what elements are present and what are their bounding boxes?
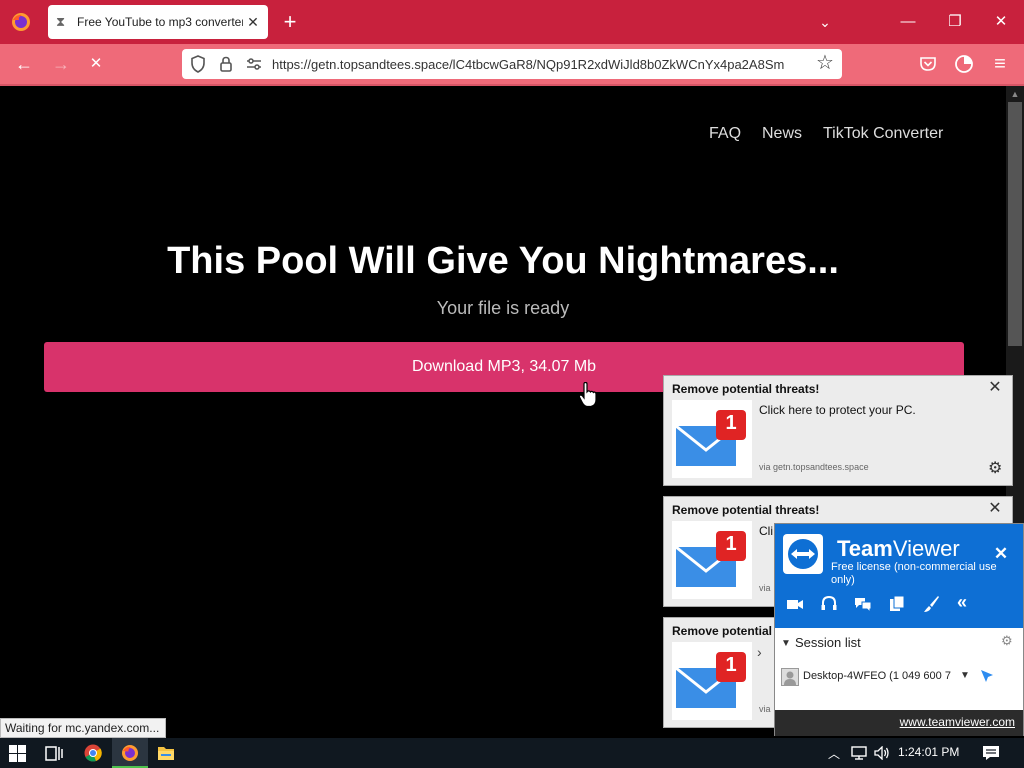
scroll-up-arrow-icon[interactable]: ▲	[1006, 86, 1024, 102]
teamviewer-license-text: Free license (non-commercial use only)	[831, 561, 997, 586]
account-icon[interactable]	[953, 53, 975, 75]
hand-cursor-icon	[578, 382, 597, 408]
session-item-name[interactable]: Desktop-4WFEO (1 049 600 75	[803, 670, 951, 682]
status-bar-text: Waiting for mc.yandex.com...	[0, 718, 166, 738]
teamviewer-brand-light: Viewer	[892, 536, 960, 561]
file-explorer-icon[interactable]	[157, 745, 175, 761]
teamviewer-panel[interactable]: TeamViewer Free license (non-commercial …	[774, 523, 1024, 736]
teamviewer-brand-bold: Team	[837, 536, 893, 561]
hourglass-icon: ⧗	[56, 14, 66, 29]
taskbar: ︿ 1:24:01 PM	[0, 738, 1024, 768]
teamviewer-close-icon[interactable]: ✕	[991, 544, 1011, 564]
windows-start-icon[interactable]	[9, 745, 26, 762]
network-icon[interactable]	[851, 746, 868, 760]
headset-icon[interactable]	[819, 594, 839, 614]
nav-link-tiktok-converter[interactable]: TikTok Converter	[823, 124, 943, 144]
shield-icon[interactable]	[188, 54, 208, 74]
tab-bar: ⧗ Free YouTube to mp3 converter ✕ + ⌄ — …	[0, 0, 1024, 44]
notification-badge-count: 1	[725, 654, 737, 676]
notification-close-icon[interactable]: ✕	[986, 379, 1004, 397]
collapse-icon[interactable]: «	[957, 592, 967, 613]
notification-source: via getn.topsandtees.space	[759, 462, 869, 472]
browser-tab[interactable]: ⧗ Free YouTube to mp3 converter ✕	[48, 5, 268, 39]
user-avatar-icon	[781, 668, 799, 686]
firefox-taskbar-icon	[122, 745, 138, 761]
file-ready-text: Your file is ready	[436, 298, 570, 318]
tab-title: Free YouTube to mp3 converter	[77, 15, 243, 29]
lock-icon[interactable]	[216, 54, 236, 74]
chat-icon[interactable]	[853, 594, 873, 614]
notification-source: via	[759, 583, 771, 593]
session-dropdown-icon[interactable]: ▼	[960, 670, 970, 681]
notification-popup[interactable]: Remove potential threats! ✕ 1 Click here…	[663, 375, 1013, 486]
action-center-icon[interactable]	[982, 745, 1000, 761]
task-view-icon[interactable]	[45, 745, 63, 762]
video-call-icon[interactable]	[785, 594, 805, 614]
tray-chevron-up-icon[interactable]: ︿	[828, 745, 840, 762]
taskbar-firefox-active[interactable]	[112, 738, 148, 768]
notification-source: via	[759, 704, 771, 714]
pocket-icon[interactable]	[918, 54, 938, 74]
teamviewer-footer: www.teamviewer.com	[775, 710, 1023, 736]
list-all-tabs-button[interactable]: ⌄	[814, 12, 836, 32]
taskbar-clock[interactable]: 1:24:01 PM	[898, 745, 959, 759]
teamviewer-logo-icon	[783, 534, 823, 574]
back-button[interactable]: ←	[10, 50, 38, 78]
teamviewer-header: TeamViewer Free license (non-commercial …	[775, 524, 1023, 628]
forward-button[interactable]: →	[47, 50, 75, 78]
session-list-label[interactable]: Session list	[795, 635, 861, 650]
session-settings-gear-icon[interactable]: ⚙	[1001, 633, 1013, 649]
permissions-icon[interactable]	[244, 54, 264, 74]
stop-button[interactable]: ✕	[82, 50, 110, 78]
nav-link-faq[interactable]: FAQ	[709, 124, 741, 144]
notification-title: Remove potential threats!	[672, 382, 820, 396]
chrome-icon[interactable]	[84, 744, 102, 762]
notification-badge-count: 1	[725, 412, 737, 434]
gear-icon[interactable]: ⚙	[988, 460, 1006, 478]
address-bar[interactable]: https://getn.topsandtees.space/lC4tbcwGa…	[182, 49, 842, 79]
envelope-icon: 1	[672, 521, 752, 599]
chevron-right-icon[interactable]: ›	[757, 644, 762, 660]
notification-body: Click here to protect your PC.	[759, 403, 916, 417]
restore-button[interactable]: ❐	[940, 8, 970, 36]
brush-icon[interactable]	[921, 594, 941, 614]
connect-arrow-icon[interactable]	[979, 668, 995, 684]
tab-close-button[interactable]: ✕	[244, 13, 262, 31]
notification-body: Cli	[759, 524, 773, 538]
bookmark-star-icon[interactable]: ☆	[816, 52, 836, 74]
notification-title: Remove potential	[672, 624, 773, 638]
close-window-button[interactable]: ✕	[986, 8, 1016, 36]
files-icon[interactable]	[887, 594, 907, 614]
triangle-down-icon[interactable]: ▼	[781, 638, 791, 649]
notification-badge-count: 1	[725, 533, 737, 555]
teamviewer-website-link[interactable]: www.teamviewer.com	[900, 715, 1015, 729]
new-tab-button[interactable]: +	[278, 10, 302, 34]
envelope-icon: 1	[672, 400, 752, 478]
nav-link-news[interactable]: News	[762, 124, 802, 144]
volume-icon[interactable]	[874, 746, 891, 760]
minimize-button[interactable]: —	[893, 8, 923, 36]
url-text[interactable]: https://getn.topsandtees.space/lC4tbcwGa…	[272, 56, 808, 74]
firefox-icon[interactable]	[10, 11, 32, 33]
page-headline: This Pool Will Give You Nightmares...	[167, 240, 839, 282]
app-menu-button[interactable]: ≡	[988, 52, 1012, 76]
notification-close-icon[interactable]: ✕	[986, 500, 1004, 518]
notification-title: Remove potential threats!	[672, 503, 820, 517]
envelope-icon: 1	[672, 642, 752, 720]
scrollbar-thumb[interactable]	[1008, 102, 1022, 346]
nav-toolbar: ← → ✕ https://getn.topsandtees.space/lC4…	[0, 44, 1024, 86]
